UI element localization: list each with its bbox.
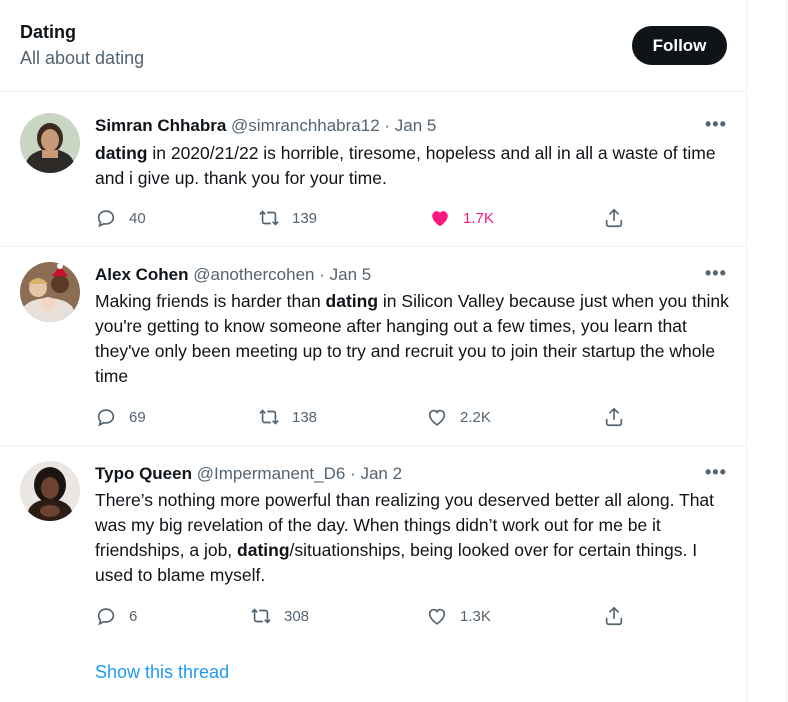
retweet-count: 308 <box>284 607 310 625</box>
user-name[interactable]: Alex Cohen <box>95 265 189 284</box>
retweet-button[interactable]: 139 <box>258 206 317 230</box>
meta-separator: · <box>350 464 356 483</box>
user-name[interactable]: Typo Queen <box>95 464 192 483</box>
share-icon <box>605 606 623 626</box>
topic-subtitle: All about dating <box>20 48 145 68</box>
retweet-icon <box>259 210 279 226</box>
like-count: 2.2K <box>460 408 491 426</box>
heart-outline-icon <box>428 409 446 426</box>
tweet-date[interactable]: Jan 2 <box>360 464 402 483</box>
retweet-icon <box>259 409 279 425</box>
reply-count: 69 <box>129 408 146 426</box>
more-dots-icon[interactable]: ••• <box>705 462 727 483</box>
avatar[interactable] <box>20 461 80 521</box>
heart-filled-icon <box>432 211 448 227</box>
follow-button[interactable]: Follow <box>632 26 727 65</box>
reply-count: 40 <box>129 209 146 227</box>
share-button[interactable] <box>603 604 625 628</box>
tweet-date[interactable]: Jan 5 <box>330 265 372 284</box>
share-button[interactable] <box>603 206 625 230</box>
share-icon <box>605 208 623 228</box>
tweet-actions: 69 138 2.2K <box>95 405 635 429</box>
tweet-date[interactable]: Jan 5 <box>395 116 437 135</box>
user-handle[interactable]: @Impermanent_D6 <box>197 464 346 483</box>
timeline-column: Dating All about dating Follow Simran Ch… <box>0 0 747 702</box>
more-dots-icon[interactable]: ••• <box>705 263 727 284</box>
highlighted-keyword: dating <box>325 291 379 311</box>
show-thread-link[interactable]: Show this thread <box>95 662 229 683</box>
tweet-meta: Simran Chhabra @simranchhabra12 · Jan 5 <box>95 116 436 136</box>
right-panel-edge <box>748 0 788 702</box>
like-count: 1.7K <box>463 209 494 227</box>
tweet-meta: Alex Cohen @anothercohen · Jan 5 <box>95 265 371 285</box>
tweet-actions: 40 139 1.7K <box>95 206 635 230</box>
reply-button[interactable]: 40 <box>95 206 146 230</box>
like-button[interactable]: 2.2K <box>426 405 491 429</box>
avatar[interactable] <box>20 113 80 173</box>
tweet-text: Making friends is harder than dating in … <box>95 289 735 389</box>
tweet-text: There’s nothing more powerful than reali… <box>95 488 735 588</box>
tweet-meta: Typo Queen @Impermanent_D6 · Jan 2 <box>95 464 402 484</box>
meta-separator: · <box>384 116 391 135</box>
share-button[interactable] <box>603 405 625 429</box>
topic-title: Dating <box>20 22 76 42</box>
tweet-card[interactable]: Simran Chhabra @simranchhabra12 · Jan 5 … <box>0 92 746 247</box>
like-button[interactable]: 1.3K <box>426 604 491 628</box>
highlighted-keyword: dating <box>237 540 290 560</box>
share-icon <box>605 407 623 427</box>
heart-outline-icon <box>428 608 446 625</box>
more-dots-icon[interactable]: ••• <box>705 114 727 135</box>
retweet-count: 139 <box>292 209 318 227</box>
retweet-icon <box>251 608 271 624</box>
like-count: 1.3K <box>460 607 491 625</box>
like-button[interactable]: 1.7K <box>429 206 494 230</box>
tweet-text-rest: in 2020/21/22 is horrible, tiresome, hop… <box>95 143 716 188</box>
user-handle[interactable]: @simranchhabra12 <box>231 116 380 135</box>
retweet-button[interactable]: 308 <box>250 604 309 628</box>
reply-button[interactable]: 6 <box>95 604 137 628</box>
tweet-text-before: Making friends is harder than <box>95 291 326 311</box>
avatar[interactable] <box>20 262 80 322</box>
tweet-card[interactable]: Alex Cohen @anothercohen · Jan 5 ••• Mak… <box>0 247 746 446</box>
reply-icon <box>97 409 115 427</box>
topic-header: Dating All about dating Follow <box>0 0 746 92</box>
retweet-button[interactable]: 138 <box>258 405 317 429</box>
highlighted-keyword: dating <box>95 143 148 163</box>
user-name[interactable]: Simran Chhabra <box>95 116 226 135</box>
reply-button[interactable]: 69 <box>95 405 146 429</box>
meta-separator: · <box>319 265 325 284</box>
tweet-text: dating in 2020/21/22 is horrible, tireso… <box>95 141 735 191</box>
divider <box>786 0 787 702</box>
user-handle[interactable]: @anothercohen <box>193 265 314 284</box>
retweet-count: 138 <box>292 408 318 426</box>
reply-count: 6 <box>129 607 138 625</box>
reply-icon <box>97 210 115 228</box>
reply-icon <box>97 608 115 626</box>
tweet-actions: 6 308 1.3K <box>95 604 635 628</box>
